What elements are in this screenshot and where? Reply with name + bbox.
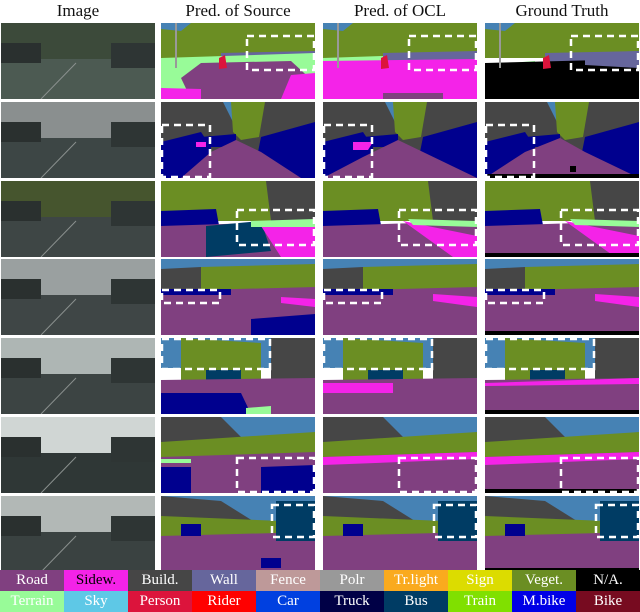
input-image-row-7 xyxy=(1,496,155,572)
input-image-row-2 xyxy=(1,102,155,178)
legend-item: Polr xyxy=(320,570,384,591)
legend-item: Bike xyxy=(576,591,640,612)
photo-object xyxy=(111,437,155,462)
legend-item: Person xyxy=(128,591,192,612)
ocl-prediction-row-6 xyxy=(323,417,477,493)
segment-region xyxy=(343,524,363,536)
segment-region xyxy=(485,331,639,335)
segment-region xyxy=(337,23,339,68)
source-prediction-row-2 xyxy=(161,102,315,178)
segment-region xyxy=(323,383,393,393)
segment-region xyxy=(261,558,281,568)
segment-region xyxy=(161,88,201,99)
segment-region xyxy=(196,142,206,147)
ground-truth-row-6 xyxy=(485,417,639,493)
ocl-prediction-row-7 xyxy=(323,496,477,572)
photo-object xyxy=(1,43,41,63)
segment-region xyxy=(161,459,191,463)
input-image-row-4 xyxy=(1,259,155,335)
photo-object xyxy=(111,516,155,541)
legend-item: Terrain xyxy=(0,591,64,612)
segment-region xyxy=(433,338,477,383)
photo-object xyxy=(1,279,41,299)
legend-item: Sidew. xyxy=(64,570,128,591)
ground-truth-row-7 xyxy=(485,496,639,572)
legend-item: Fence xyxy=(256,570,320,591)
ocl-prediction-row-3 xyxy=(323,181,477,257)
legend-item: Sky xyxy=(64,591,128,612)
legend-item: M.bike xyxy=(512,591,576,612)
ocl-prediction-row-1 xyxy=(323,23,477,99)
legend-item: Car xyxy=(256,591,320,612)
ground-truth-row-1 xyxy=(485,23,639,99)
header-pred-ocl: Pred. of OCL xyxy=(353,1,447,20)
photo-object xyxy=(1,358,41,378)
legend-item: N/A. xyxy=(576,570,640,591)
segment-region xyxy=(383,93,443,99)
input-image-row-6 xyxy=(1,417,155,493)
segment-region xyxy=(505,524,525,536)
photo-object xyxy=(111,279,155,304)
ground-truth-row-2 xyxy=(485,102,639,178)
segment-region xyxy=(161,467,191,493)
photo-object xyxy=(1,516,41,536)
segment-region xyxy=(485,410,639,414)
header-pred-source: Pred. of Source xyxy=(185,1,291,20)
ground-truth-row-5 xyxy=(485,338,639,414)
class-color-legend: Road Sidew. Build. Wall Fence Polr Tr.light Sig… xyxy=(0,570,640,612)
segment-region xyxy=(266,181,315,221)
segment-region xyxy=(485,253,639,257)
segment-region xyxy=(485,267,525,289)
segment-region xyxy=(590,181,639,221)
ground-truth-row-4 xyxy=(485,259,639,335)
segment-region xyxy=(261,465,315,493)
segment-region xyxy=(276,501,315,541)
segment-region xyxy=(570,166,576,172)
source-prediction-row-6 xyxy=(161,417,315,493)
legend-item: Road xyxy=(0,570,64,591)
segment-region xyxy=(161,267,201,289)
segment-region xyxy=(595,338,639,383)
photo-object xyxy=(111,201,155,226)
legend-item: Build. xyxy=(128,570,192,591)
source-prediction-row-1 xyxy=(161,23,315,99)
photo-object xyxy=(1,122,41,142)
source-prediction-row-7 xyxy=(161,496,315,572)
ocl-prediction-row-2 xyxy=(323,102,477,178)
legend-item: Tr.light xyxy=(384,570,448,591)
input-image-row-5 xyxy=(1,338,155,414)
photo-object xyxy=(1,201,41,221)
ocl-prediction-row-4 xyxy=(323,259,477,335)
ground-truth-row-3 xyxy=(485,181,639,257)
photo-object xyxy=(111,122,155,147)
photo-object xyxy=(1,437,41,457)
header-ground-truth: Ground Truth xyxy=(515,1,609,20)
photo-object xyxy=(111,358,155,383)
legend-item: Truck xyxy=(320,591,384,612)
segment-region xyxy=(499,23,501,68)
segment-region xyxy=(175,23,177,68)
segment-region xyxy=(585,51,639,68)
segment-region xyxy=(161,393,251,414)
segment-region xyxy=(600,501,639,541)
legend-item: Veget. xyxy=(512,570,576,591)
segment-region xyxy=(428,181,477,221)
segment-region xyxy=(323,267,363,289)
input-image-row-1 xyxy=(1,23,155,99)
legend-item: Wall xyxy=(192,570,256,591)
ocl-prediction-row-5 xyxy=(323,338,477,414)
header-image: Image xyxy=(56,1,100,20)
source-prediction-row-4 xyxy=(161,259,315,335)
legend-item: Train xyxy=(448,591,512,612)
segment-region xyxy=(271,338,315,383)
segment-region xyxy=(181,524,201,536)
legend-item: Rider xyxy=(192,591,256,612)
segment-region xyxy=(438,501,477,541)
input-image-row-3 xyxy=(1,181,155,257)
source-prediction-row-5 xyxy=(161,338,315,414)
photo-object xyxy=(111,43,155,68)
source-prediction-row-3 xyxy=(161,181,315,257)
legend-item: Bus xyxy=(384,591,448,612)
legend-item: Sign xyxy=(448,570,512,591)
